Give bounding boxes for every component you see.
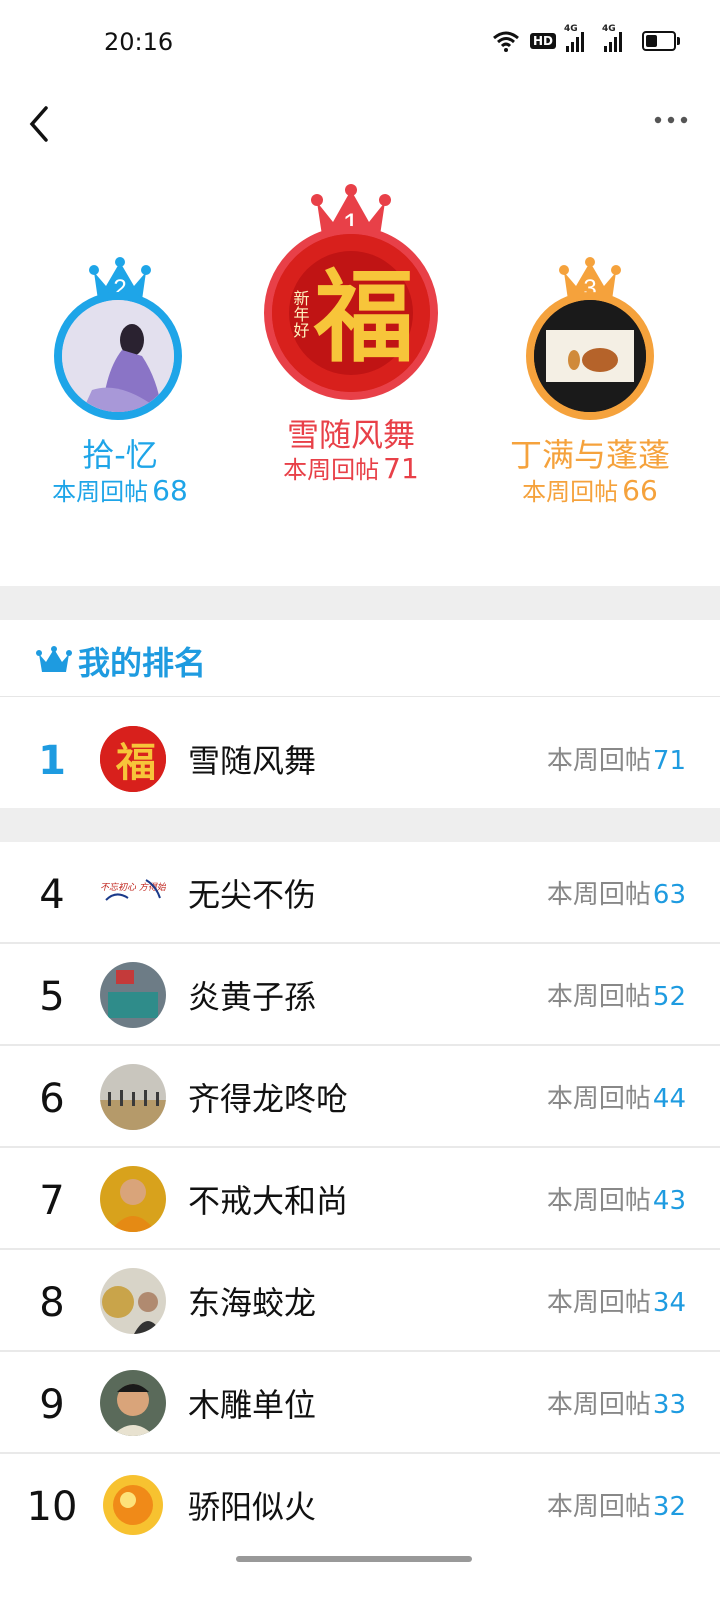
avatar bbox=[100, 1268, 166, 1334]
my-rank-header: 我的排名 bbox=[0, 620, 720, 697]
rank-number: 1 bbox=[38, 738, 66, 784]
home-indicator[interactable] bbox=[236, 1556, 472, 1562]
avatar: 福 bbox=[100, 726, 166, 792]
podium-stat: 本周回帖 66 bbox=[522, 474, 658, 507]
podium-first[interactable]: 1 福 新年好 雪随风舞 本周回帖 71 bbox=[256, 182, 446, 485]
svg-text:福: 福 bbox=[313, 258, 414, 376]
section-divider bbox=[0, 586, 720, 620]
my-rank-row[interactable]: 1 福 雪随风舞 本周回帖71 bbox=[0, 708, 720, 810]
post-count: 本周回帖63 bbox=[546, 880, 686, 910]
podium: 2 拾-忆 本周回帖 68 1 福 新年好 雪随风舞 本周回帖 71 3 丁满与… bbox=[0, 170, 720, 570]
more-button[interactable] bbox=[652, 104, 692, 136]
post-count: 本周回帖43 bbox=[546, 1186, 686, 1216]
list-item[interactable]: 7 不戒大和尚 本周回帖43 bbox=[0, 1148, 720, 1250]
podium-name: 丁满与蓬蓬 bbox=[509, 436, 670, 474]
rank-number: 4 bbox=[39, 872, 65, 918]
list-item[interactable]: 5 炎黄子孫 本周回帖52 bbox=[0, 944, 720, 1046]
signal-4g-icon: 4G bbox=[602, 24, 632, 52]
podium-stat: 本周回帖 68 bbox=[52, 474, 188, 507]
user-name: 齐得龙咚呛 bbox=[188, 1080, 349, 1118]
rank-number: 8 bbox=[39, 1280, 65, 1326]
avatar bbox=[100, 1472, 166, 1538]
rank-number: 10 bbox=[26, 1484, 78, 1530]
status-icons: HD 4G 4G bbox=[492, 24, 680, 52]
user-name: 东海蛟龙 bbox=[188, 1284, 317, 1322]
wifi-icon bbox=[493, 31, 519, 52]
rank-number: 5 bbox=[39, 974, 65, 1020]
avatar: 福 新年好 bbox=[264, 226, 438, 400]
user-name: 雪随风舞 bbox=[188, 742, 317, 780]
status-bar: 20:16 HD 4G 4G bbox=[0, 0, 720, 88]
avatar bbox=[100, 1064, 166, 1130]
podium-third[interactable]: 3 丁满与蓬蓬 本周回帖 66 bbox=[500, 250, 680, 507]
list-item[interactable]: 4 不忘初心 方得始终 无尖不伤 本周回帖63 bbox=[0, 842, 720, 944]
user-name: 无尖不伤 bbox=[188, 876, 317, 914]
podium-second[interactable]: 2 拾-忆 本周回帖 68 bbox=[40, 250, 200, 507]
avatar: 不忘初心 方得始终 bbox=[100, 860, 166, 926]
post-count: 本周回帖33 bbox=[546, 1390, 686, 1420]
avatar bbox=[54, 292, 182, 420]
section-divider bbox=[0, 808, 720, 842]
post-count: 本周回帖32 bbox=[546, 1492, 686, 1522]
my-rank-title: 我的排名 bbox=[78, 644, 207, 682]
rank-number: 7 bbox=[39, 1178, 65, 1224]
list-item[interactable]: 8 东海蛟龙 本周回帖34 bbox=[0, 1250, 720, 1352]
list-item[interactable]: 9 木雕单位 本周回帖33 bbox=[0, 1352, 720, 1454]
podium-name: 拾-忆 bbox=[82, 436, 158, 474]
post-count: 本周回帖34 bbox=[546, 1288, 686, 1318]
list-item[interactable]: 10 骄阳似火 本周回帖32 bbox=[0, 1454, 720, 1556]
avatar bbox=[100, 1370, 166, 1436]
user-name: 骄阳似火 bbox=[188, 1488, 317, 1526]
avatar bbox=[100, 1166, 166, 1232]
battery-icon bbox=[642, 31, 680, 51]
rank-number: 9 bbox=[39, 1382, 65, 1428]
user-name: 木雕单位 bbox=[188, 1386, 317, 1424]
hd-badge: HD bbox=[529, 33, 556, 49]
svg-text:福: 福 bbox=[115, 739, 156, 786]
user-name: 炎黄子孫 bbox=[188, 978, 317, 1016]
list-item[interactable]: 6 齐得龙咚呛 本周回帖44 bbox=[0, 1046, 720, 1148]
top-nav bbox=[0, 88, 720, 152]
podium-stat: 本周回帖 71 bbox=[283, 452, 419, 485]
more-horizontal-icon bbox=[654, 116, 688, 124]
signal-4g-icon: 4G bbox=[564, 24, 594, 52]
user-name: 不戒大和尚 bbox=[188, 1182, 349, 1220]
post-count: 本周回帖44 bbox=[546, 1084, 686, 1114]
avatar bbox=[100, 962, 166, 1028]
chevron-left-icon bbox=[29, 106, 48, 142]
post-count: 本周回帖71 bbox=[546, 746, 686, 776]
rank-number: 6 bbox=[39, 1076, 65, 1122]
status-time: 20:16 bbox=[104, 28, 174, 56]
back-button[interactable] bbox=[20, 96, 60, 144]
avatar bbox=[526, 292, 654, 420]
post-count: 本周回帖52 bbox=[546, 982, 686, 1012]
svg-text:新年好: 新年好 bbox=[291, 290, 310, 339]
crown-icon bbox=[36, 646, 72, 672]
